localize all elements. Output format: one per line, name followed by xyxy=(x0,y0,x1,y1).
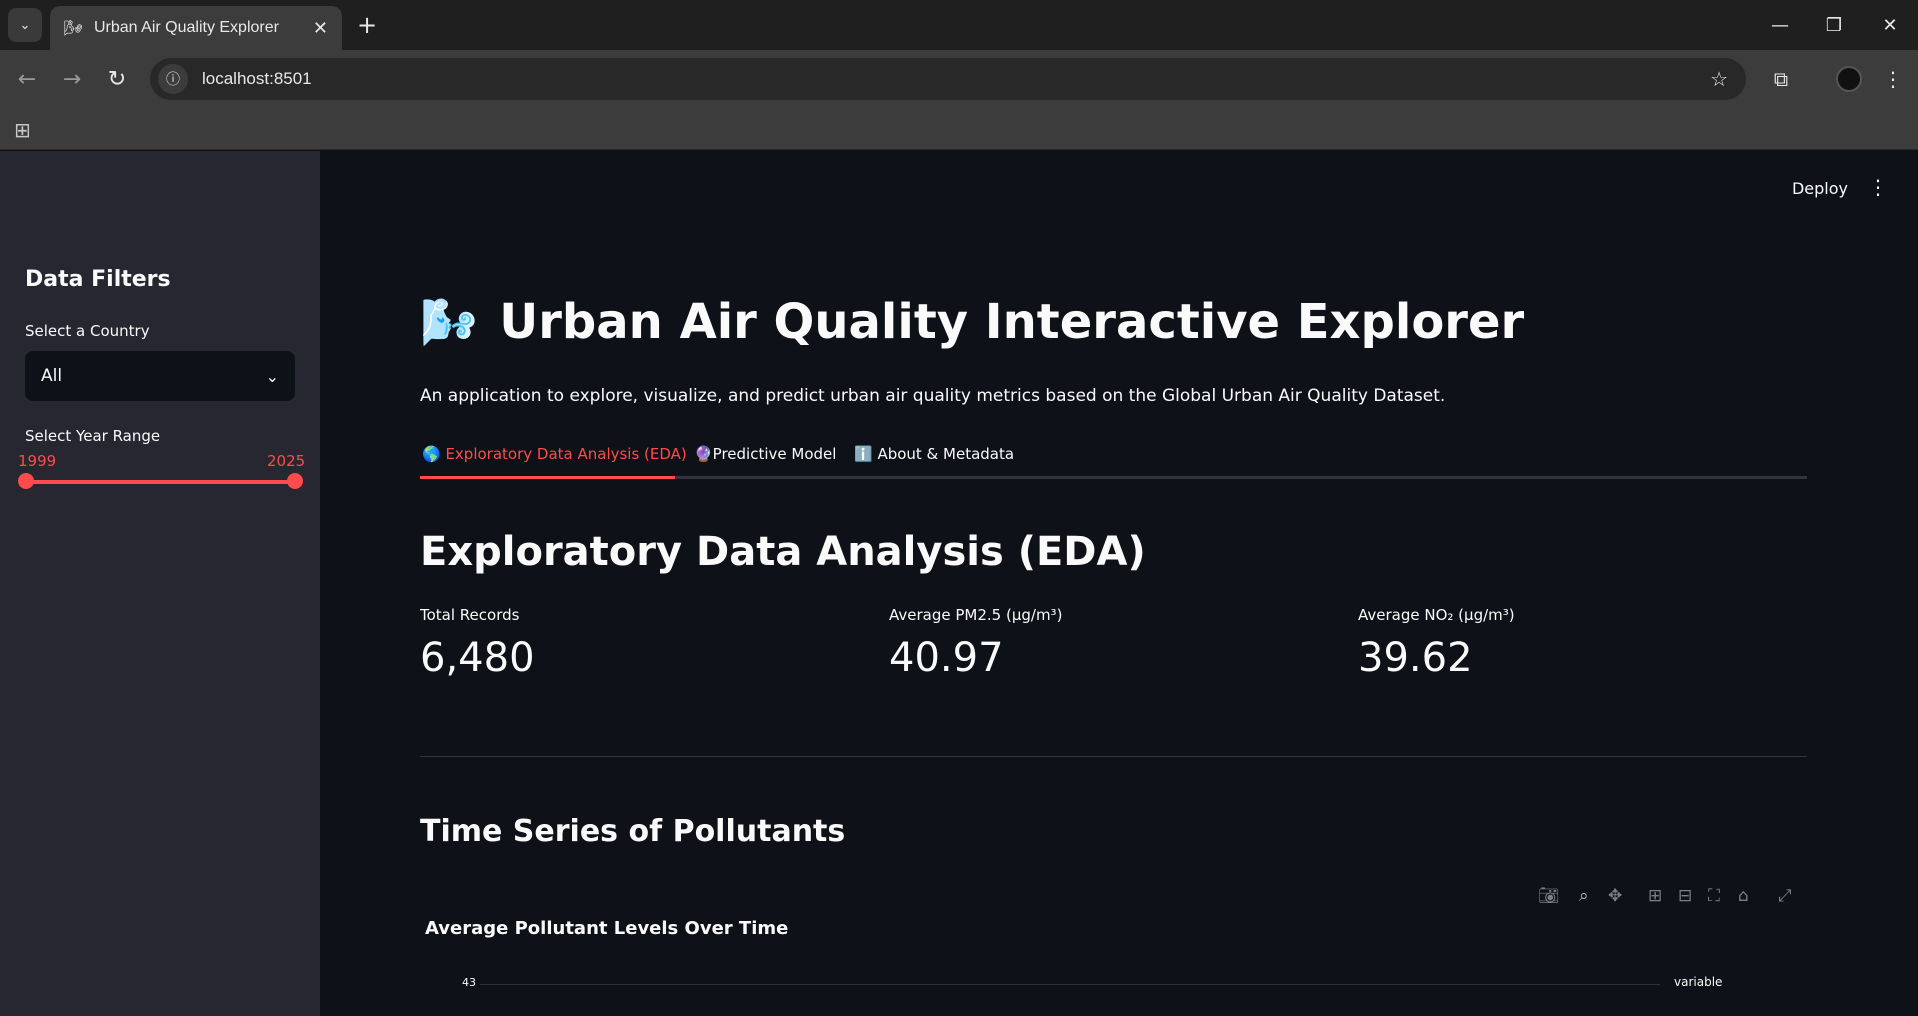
bookmarks-bar: ⊞ xyxy=(0,108,1918,150)
app-menu-icon[interactable]: ⋮ xyxy=(1868,175,1888,199)
browser-tab[interactable]: 🌬 Urban Air Quality Explorer ✕ xyxy=(50,6,342,50)
tab-eda[interactable]: 🌎 Exploratory Data Analysis (EDA) xyxy=(422,445,687,479)
zoom-out-icon[interactable]: ⊟ xyxy=(1678,886,1692,906)
country-select-value: All xyxy=(41,366,63,386)
metric-no2-value: 39.62 xyxy=(1358,635,1473,681)
back-arrow-icon[interactable]: ← xyxy=(10,62,44,96)
tab-list: 🌎 Exploratory Data Analysis (EDA) 🔮Predi… xyxy=(420,445,1807,479)
tab-predictive-model[interactable]: 🔮Predictive Model xyxy=(694,445,836,479)
metric-no2-label: Average NO₂ (µg/m³) xyxy=(1358,606,1515,624)
page-title: 🌬️ Urban Air Quality Interactive Explore… xyxy=(420,294,1524,350)
pan-icon[interactable]: ✥ xyxy=(1608,886,1622,906)
sidebar-title: Data Filters xyxy=(25,267,171,292)
site-info-icon[interactable]: ⓘ xyxy=(158,64,188,94)
app-description: An application to explore, visualize, an… xyxy=(420,386,1446,406)
browser-tab-bar: ⌄ 🌬 Urban Air Quality Explorer ✕ + — ❐ ✕ xyxy=(0,0,1918,50)
year-range-track[interactable] xyxy=(25,480,295,484)
zoom-in-icon[interactable]: ⊞ xyxy=(1648,886,1662,906)
wind-face-icon: 🌬️ xyxy=(420,294,478,349)
metric-total-records-label: Total Records xyxy=(420,606,520,624)
year-range-min-handle[interactable] xyxy=(18,473,34,489)
divider xyxy=(420,756,1807,757)
fullscreen-icon[interactable]: ⤢ xyxy=(1778,886,1792,906)
chart-title: Average Pollutant Levels Over Time xyxy=(425,918,789,939)
main-content: Deploy ⋮ 🌬️ Urban Air Quality Interactiv… xyxy=(320,151,1918,1016)
favicon-icon: 🌬 xyxy=(64,19,84,37)
browser-tab-title: Urban Air Quality Explorer xyxy=(94,19,279,36)
section-title: Exploratory Data Analysis (EDA) xyxy=(420,529,1146,575)
browser-menu-icon[interactable]: ⋮ xyxy=(1878,64,1908,94)
autoscale-icon[interactable]: ⛶ xyxy=(1708,886,1720,906)
apps-grid-icon[interactable]: ⊞ xyxy=(14,118,31,142)
address-bar[interactable]: ⓘ localhost:8501 ☆ xyxy=(150,58,1746,100)
tab-search-chevron-icon[interactable]: ⌄ xyxy=(8,8,42,42)
metric-pm25-value: 40.97 xyxy=(889,635,1004,681)
close-tab-icon[interactable]: ✕ xyxy=(313,18,328,39)
year-range-max: 2025 xyxy=(267,452,306,470)
page-title-text: Urban Air Quality Interactive Explorer xyxy=(499,294,1525,350)
chart-legend-title: variable xyxy=(1674,975,1723,989)
url-text[interactable]: localhost:8501 xyxy=(202,69,1710,89)
zoom-icon[interactable]: ⌕ xyxy=(1579,886,1589,906)
country-select[interactable]: All ⌄ xyxy=(25,351,295,401)
forward-arrow-icon[interactable]: → xyxy=(55,62,89,96)
year-range-max-handle[interactable] xyxy=(287,473,303,489)
sidebar: Data Filters Select a Country All ⌄ Sele… xyxy=(0,151,320,1016)
browser-toolbar: ← → ↻ ⓘ localhost:8501 ☆ ⧉ ⋮ xyxy=(0,50,1918,108)
profile-avatar[interactable] xyxy=(1836,66,1862,92)
chart-gridline xyxy=(480,984,1660,985)
restore-icon[interactable]: ❐ xyxy=(1806,0,1862,50)
active-tab-indicator xyxy=(420,476,675,479)
country-label: Select a Country xyxy=(25,322,150,340)
camera-icon[interactable]: 📷︎ xyxy=(1538,886,1560,906)
reload-icon[interactable]: ↻ xyxy=(100,62,134,96)
metric-pm25-label: Average PM2.5 (µg/m³) xyxy=(889,606,1063,624)
tab-about-metadata[interactable]: ℹ️ About & Metadata xyxy=(854,445,1014,479)
chart-y-tick: 43 xyxy=(462,976,476,989)
subsection-title: Time Series of Pollutants xyxy=(420,814,846,849)
new-tab-icon[interactable]: + xyxy=(352,10,382,40)
metric-total-records-value: 6,480 xyxy=(420,635,535,681)
bookmark-star-icon[interactable]: ☆ xyxy=(1710,67,1728,91)
chevron-down-icon: ⌄ xyxy=(265,366,279,386)
year-range-label: Select Year Range xyxy=(25,427,161,445)
reset-axes-icon[interactable]: ⌂ xyxy=(1738,886,1749,906)
minimize-icon[interactable]: — xyxy=(1752,0,1808,50)
deploy-button[interactable]: Deploy xyxy=(1792,179,1848,198)
year-range-min: 1999 xyxy=(18,452,57,470)
window-close-icon[interactable]: ✕ xyxy=(1862,0,1918,50)
extensions-icon[interactable]: ⧉ xyxy=(1766,64,1796,94)
